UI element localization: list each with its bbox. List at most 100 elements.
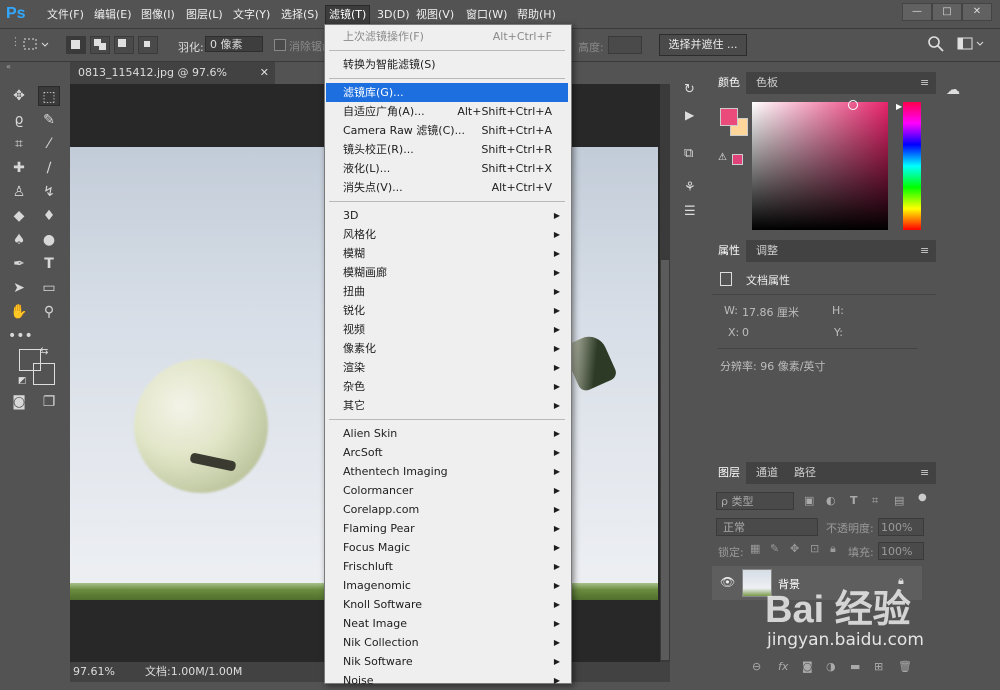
filter-menu-item[interactable]: 自适应广角(A)... Alt+Shift+Ctrl+A xyxy=(326,102,568,121)
path-select-tool-icon[interactable]: ➤ xyxy=(8,278,30,298)
minimize-button[interactable]: — xyxy=(902,3,932,21)
filter-menu-item[interactable]: Camera Raw 滤镜(C)... Shift+Ctrl+A xyxy=(326,121,568,140)
filter-menu-item[interactable]: Corelapp.com ▶ xyxy=(326,500,568,519)
filter-menu-item[interactable]: Colormancer ▶ xyxy=(326,481,568,500)
menu-layer[interactable]: 图层(L) xyxy=(183,6,226,24)
feather-input[interactable]: 0 像素 xyxy=(205,36,263,52)
filter-menu-item[interactable]: Flaming Pear ▶ xyxy=(326,519,568,538)
hand-tool-icon[interactable]: ✋ xyxy=(8,302,30,322)
filter-menu-item[interactable]: 锐化 ▶ xyxy=(326,301,568,320)
clone-stamp-tool-icon[interactable]: ♙ xyxy=(8,182,30,202)
menu-window[interactable]: 窗口(W) xyxy=(463,6,510,24)
crop-tool-icon[interactable]: ⌗ xyxy=(8,134,30,154)
tab-properties[interactable]: 属性 xyxy=(712,240,746,262)
paint-bucket-tool-icon[interactable]: ♦ xyxy=(38,206,60,226)
tab-swatches[interactable]: 色板 xyxy=(750,72,784,94)
filter-toggle-icon[interactable]: ● xyxy=(918,492,927,503)
foreground-color-swatch[interactable] xyxy=(19,349,41,371)
eraser-tool-icon[interactable]: ◆ xyxy=(8,206,30,226)
brush-tool-icon[interactable]: ∕ xyxy=(38,158,60,178)
dodge-tool-icon[interactable]: ● xyxy=(38,230,60,250)
menu-3d[interactable]: 3D(D) xyxy=(374,6,413,24)
menu-type[interactable]: 文字(Y) xyxy=(230,6,273,24)
zoom-tool-icon[interactable]: ⚲ xyxy=(38,302,60,322)
shape-filter-icon[interactable]: ⌗ xyxy=(872,494,878,508)
tab-layers[interactable]: 图层 xyxy=(712,462,746,484)
fill-input[interactable]: 100% xyxy=(878,542,924,560)
eyedropper-tool-icon[interactable]: ⁄ xyxy=(38,134,60,154)
lock-artboard-icon[interactable]: ⊡ xyxy=(810,542,819,555)
filter-menu-item[interactable]: Nik Software ▶ xyxy=(326,652,568,671)
menu-view[interactable]: 视图(V) xyxy=(413,6,457,24)
filter-menu-item[interactable]: Alien Skin ▶ xyxy=(326,424,568,443)
height-input[interactable] xyxy=(608,36,642,54)
select-and-mask-button[interactable]: 选择并遮住 ... xyxy=(659,34,747,56)
filter-menu-item[interactable]: Frischluft ▶ xyxy=(326,557,568,576)
filter-menu-item[interactable]: 视频 ▶ xyxy=(326,320,568,339)
lock-all-icon[interactable]: 🔒︎ xyxy=(830,542,836,556)
saturation-value-field[interactable] xyxy=(752,102,888,230)
screen-mode-icon[interactable]: ❐ xyxy=(38,392,60,412)
menu-file[interactable]: 文件(F) xyxy=(44,6,87,24)
quick-mask-icon[interactable]: ◙ xyxy=(8,392,30,412)
pixel-filter-icon[interactable]: ▣ xyxy=(804,494,814,507)
layer-filter-select[interactable]: ρ 类型 xyxy=(716,492,794,510)
filter-menu-item[interactable]: 镜头校正(R)... Shift+Ctrl+R xyxy=(326,140,568,159)
history-panel-icon[interactable]: ↻ xyxy=(684,82,695,97)
color-picker-handle[interactable] xyxy=(848,100,858,110)
creative-cloud-icon[interactable]: ☁ xyxy=(946,82,960,98)
lasso-tool-icon[interactable]: ϱ xyxy=(8,110,30,130)
brush-panel-icon[interactable]: ⚘ xyxy=(684,180,696,195)
menu-select[interactable]: 选择(S) xyxy=(278,6,322,24)
smart-filter-icon[interactable]: ▤ xyxy=(894,494,904,507)
adjust-sliders-icon[interactable]: ☰ xyxy=(684,204,696,219)
tab-paths[interactable]: 路径 xyxy=(788,462,822,484)
pen-tool-icon[interactable]: ✒ xyxy=(8,254,30,274)
search-icon[interactable] xyxy=(927,35,945,53)
tab-color[interactable]: 颜色 xyxy=(712,72,746,94)
tab-adjustments[interactable]: 调整 xyxy=(750,240,784,262)
filter-menu-item[interactable]: 模糊画廊 ▶ xyxy=(326,263,568,282)
tab-channels[interactable]: 通道 xyxy=(750,462,784,484)
lock-transparent-icon[interactable]: ▦ xyxy=(750,542,760,555)
status-menu-icon[interactable]: › xyxy=(236,662,240,682)
workspace-switcher-icon[interactable] xyxy=(956,35,986,53)
filter-menu-item[interactable]: Noise ▶ xyxy=(326,671,568,690)
opacity-input[interactable]: 100% xyxy=(878,518,924,536)
navigator-panel-icon[interactable]: ⧉ xyxy=(684,146,693,161)
quick-select-tool-icon[interactable]: ✎ xyxy=(38,110,60,130)
vertical-scroll-thumb[interactable] xyxy=(661,260,669,660)
history-brush-tool-icon[interactable]: ↯ xyxy=(38,182,60,202)
filter-menu-item[interactable]: 模糊 ▶ xyxy=(326,244,568,263)
visibility-eye-icon[interactable]: 👁︎ xyxy=(720,575,735,589)
filter-menu-item[interactable]: Knoll Software ▶ xyxy=(326,595,568,614)
blur-tool-icon[interactable]: ♠ xyxy=(8,230,30,250)
antialias-checkbox[interactable] xyxy=(274,39,286,51)
type-tool-icon[interactable]: T xyxy=(38,254,60,274)
intersect-selection-button[interactable] xyxy=(138,36,158,54)
blend-mode-select[interactable]: 正常 xyxy=(716,518,818,536)
close-button[interactable]: ✕ xyxy=(962,3,992,21)
panel-menu-icon[interactable]: ≡ xyxy=(920,466,929,479)
adjust-filter-icon[interactable]: ◐ xyxy=(826,494,836,507)
filter-menu-item[interactable]: Nik Collection ▶ xyxy=(326,633,568,652)
color-fg-swatch[interactable] xyxy=(720,108,738,126)
actions-panel-icon[interactable]: ▶ xyxy=(685,108,694,122)
menu-filter[interactable]: 滤镜(T) xyxy=(325,5,371,25)
hue-slider[interactable] xyxy=(903,102,921,230)
filter-menu-item[interactable]: 渲染 ▶ xyxy=(326,358,568,377)
filter-menu-item[interactable]: Imagenomic ▶ xyxy=(326,576,568,595)
panel-menu-icon[interactable]: ≡ xyxy=(920,244,929,257)
move-tool-icon[interactable]: ✥ xyxy=(8,86,30,106)
filter-menu-item[interactable]: Focus Magic ▶ xyxy=(326,538,568,557)
filter-menu-item[interactable]: 液化(L)... Shift+Ctrl+X xyxy=(326,159,568,178)
subtract-selection-button[interactable] xyxy=(114,36,134,54)
gamut-color-swatch[interactable] xyxy=(732,154,743,165)
more-tools-icon[interactable]: ••• xyxy=(8,326,33,346)
filter-menu-item[interactable]: 杂色 ▶ xyxy=(326,377,568,396)
menu-image[interactable]: 图像(I) xyxy=(138,6,178,24)
document-tab[interactable]: 0813_115412.jpg @ 97.6%(RGB/8#) ✕ xyxy=(70,62,275,101)
menu-help[interactable]: 帮助(H) xyxy=(514,6,559,24)
gamut-warning-icon[interactable]: ⚠ xyxy=(718,152,727,163)
filter-menu-item[interactable]: Neat Image ▶ xyxy=(326,614,568,633)
